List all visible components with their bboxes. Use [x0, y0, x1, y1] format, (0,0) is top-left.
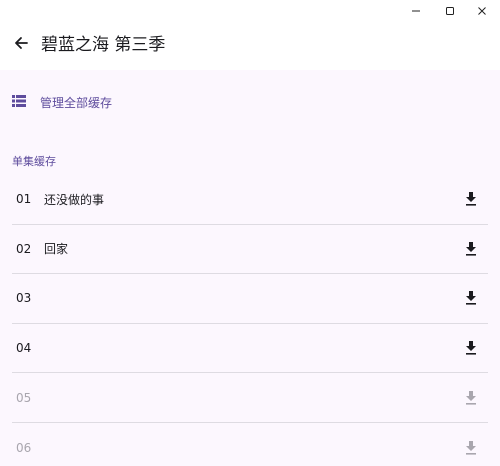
- minimize-button[interactable]: [398, 0, 434, 24]
- maximize-button[interactable]: [432, 0, 468, 24]
- episode-number: 06: [16, 440, 32, 455]
- episode-row[interactable]: 02 回家: [12, 225, 488, 275]
- episode-row: 05: [12, 373, 488, 423]
- episode-row[interactable]: 03: [12, 274, 488, 324]
- cache-content: 管理全部缓存 单集缓存 01 还没做的事 02 回家 03 04 05 06: [0, 70, 500, 466]
- arrow-left-icon: [13, 35, 29, 55]
- page-title: 碧蓝之海 第三季: [41, 35, 166, 55]
- download-icon[interactable]: [464, 290, 478, 306]
- episode-row[interactable]: 04: [12, 324, 488, 374]
- episode-number: 01: [16, 192, 32, 207]
- download-icon: [464, 390, 478, 406]
- window-titlebar: [0, 0, 500, 24]
- episode-number: 03: [16, 291, 32, 306]
- minimize-icon: [411, 5, 421, 19]
- episode-title: 还没做的事: [44, 192, 105, 207]
- episode-title: 回家: [44, 242, 69, 257]
- back-button[interactable]: [10, 34, 32, 56]
- episode-number: 04: [16, 341, 32, 356]
- episode-row[interactable]: 01 还没做的事: [12, 175, 488, 225]
- episode-list: 01 还没做的事 02 回家 03 04 05 06: [12, 175, 488, 466]
- close-button[interactable]: [464, 0, 500, 24]
- maximize-icon: [445, 5, 455, 19]
- download-icon[interactable]: [464, 340, 478, 356]
- list-icon: [12, 94, 26, 110]
- download-icon[interactable]: [464, 241, 478, 257]
- manage-all-cache-button[interactable]: 管理全部缓存: [12, 90, 112, 114]
- download-icon[interactable]: [464, 191, 478, 207]
- app-bar: 碧蓝之海 第三季: [0, 24, 500, 70]
- close-icon: [477, 5, 487, 19]
- manage-all-cache-label: 管理全部缓存: [40, 95, 113, 110]
- download-icon: [464, 440, 478, 456]
- episode-row: 06: [12, 423, 488, 466]
- section-heading: 单集缓存: [12, 155, 56, 168]
- episode-number: 02: [16, 241, 32, 256]
- episode-number: 05: [16, 390, 32, 405]
